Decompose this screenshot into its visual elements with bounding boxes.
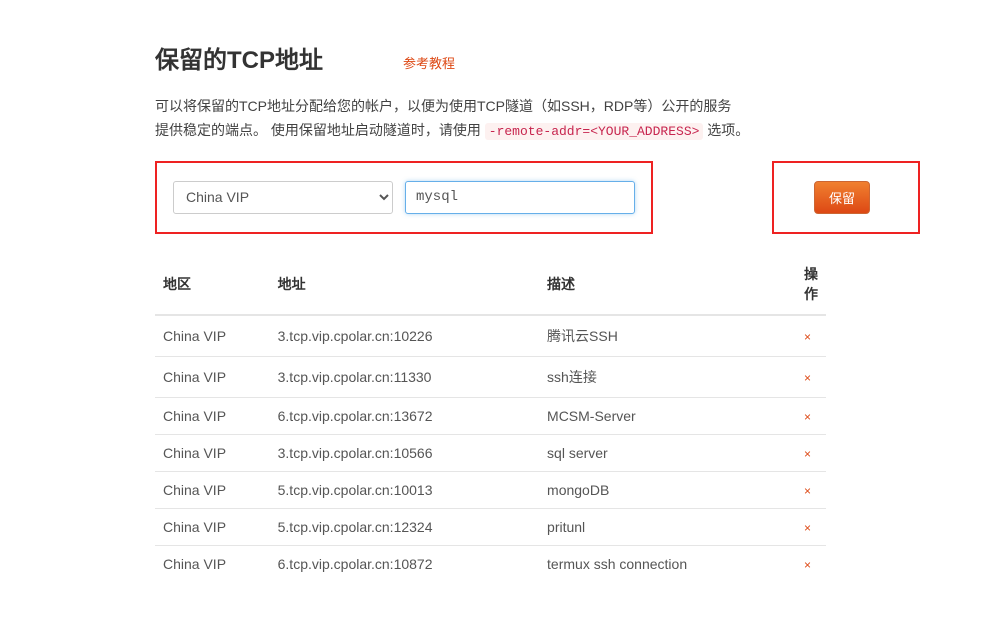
cell-action: × [796, 545, 826, 582]
cell-description: pritunl [539, 508, 796, 545]
table-row: China VIP3.tcp.vip.cpolar.cn:11330ssh连接 × [155, 356, 826, 397]
table-row: China VIP6.tcp.vip.cpolar.cn:10872termux… [155, 545, 826, 582]
cell-address: 6.tcp.vip.cpolar.cn:10872 [270, 545, 539, 582]
delete-icon[interactable]: × [804, 371, 811, 385]
description-input[interactable] [405, 181, 635, 214]
th-region: 地区 [155, 254, 270, 315]
desc-line2-prefix: 提供稳定的端点。 使用保留地址启动隧道时，请使用 [155, 122, 485, 138]
cell-description: sql server [539, 434, 796, 471]
cell-description: MCSM-Server [539, 397, 796, 434]
region-select[interactable]: China VIP [173, 181, 393, 214]
cell-address: 3.tcp.vip.cpolar.cn:10566 [270, 434, 539, 471]
table-row: China VIP3.tcp.vip.cpolar.cn:10566sql se… [155, 434, 826, 471]
cell-action: × [796, 356, 826, 397]
cell-region: China VIP [155, 545, 270, 582]
cell-region: China VIP [155, 315, 270, 357]
th-address: 地址 [270, 254, 539, 315]
delete-icon[interactable]: × [804, 447, 811, 461]
cell-description: mongoDB [539, 471, 796, 508]
th-description: 描述 [539, 254, 796, 315]
table-row: China VIP6.tcp.vip.cpolar.cn:13672MCSM-S… [155, 397, 826, 434]
delete-icon[interactable]: × [804, 330, 811, 344]
cell-address: 6.tcp.vip.cpolar.cn:13672 [270, 397, 539, 434]
cell-action: × [796, 508, 826, 545]
description-text: 可以将保留的TCP地址分配给您的帐户，以便为使用TCP隧道（如SSH，RDP等）… [155, 95, 826, 143]
delete-icon[interactable]: × [804, 521, 811, 535]
table-row: China VIP5.tcp.vip.cpolar.cn:10013mongoD… [155, 471, 826, 508]
delete-icon[interactable]: × [804, 410, 811, 424]
reserve-button[interactable]: 保留 [814, 181, 870, 214]
cell-address: 5.tcp.vip.cpolar.cn:12324 [270, 508, 539, 545]
desc-line1: 可以将保留的TCP地址分配给您的帐户，以便为使用TCP隧道（如SSH，RDP等）… [155, 98, 731, 114]
cell-address: 3.tcp.vip.cpolar.cn:10226 [270, 315, 539, 357]
tutorial-link[interactable]: 参考教程 [403, 53, 455, 72]
cell-address: 3.tcp.vip.cpolar.cn:11330 [270, 356, 539, 397]
table-row: China VIP5.tcp.vip.cpolar.cn:12324pritun… [155, 508, 826, 545]
cell-region: China VIP [155, 471, 270, 508]
cell-description: 腾讯云SSH [539, 315, 796, 357]
delete-icon[interactable]: × [804, 484, 811, 498]
cell-action: × [796, 471, 826, 508]
table-row: China VIP3.tcp.vip.cpolar.cn:10226腾讯云SSH… [155, 315, 826, 357]
page-title: 保留的TCP地址 [155, 40, 323, 75]
cell-action: × [796, 397, 826, 434]
delete-icon[interactable]: × [804, 558, 811, 572]
cell-description: ssh连接 [539, 356, 796, 397]
cell-region: China VIP [155, 508, 270, 545]
cell-region: China VIP [155, 356, 270, 397]
desc-line2-suffix: 选项。 [703, 122, 749, 138]
code-inline: -remote-addr=<YOUR_ADDRESS> [485, 123, 704, 140]
cell-region: China VIP [155, 434, 270, 471]
addresses-table: 地区 地址 描述 操作 China VIP3.tcp.vip.cpolar.cn… [155, 254, 826, 582]
cell-action: × [796, 434, 826, 471]
cell-action: × [796, 315, 826, 357]
cell-description: termux ssh connection [539, 545, 796, 582]
form-highlight-box: China VIP [155, 161, 653, 234]
th-action: 操作 [796, 254, 826, 315]
cell-region: China VIP [155, 397, 270, 434]
reserve-highlight-box: 保留 [772, 161, 920, 234]
cell-address: 5.tcp.vip.cpolar.cn:10013 [270, 471, 539, 508]
